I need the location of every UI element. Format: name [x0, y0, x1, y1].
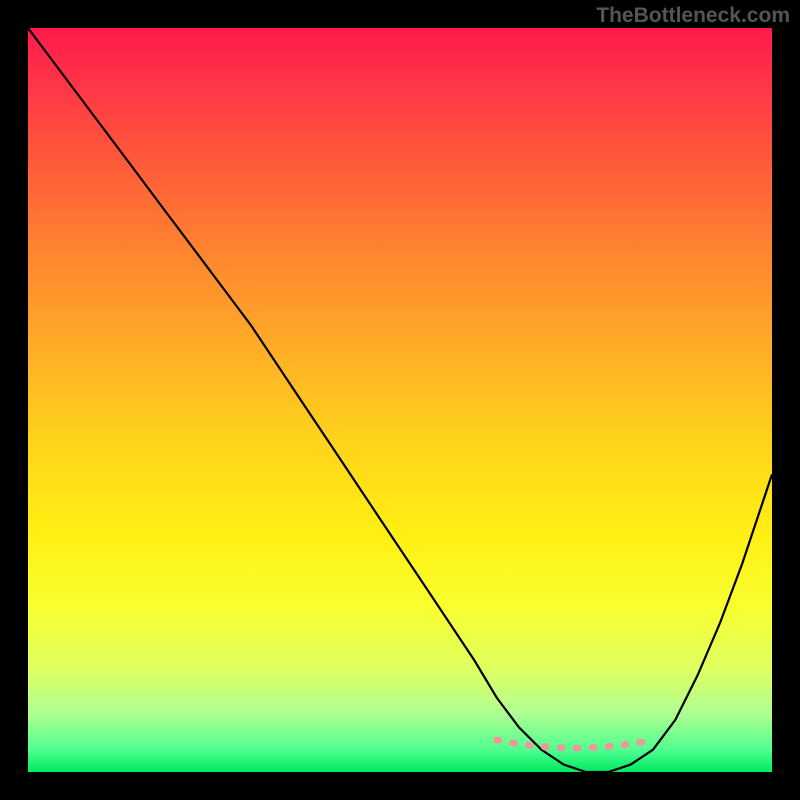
chart-curve-line	[28, 28, 772, 772]
chart-svg	[28, 28, 772, 772]
chart-plot-area	[28, 28, 772, 772]
watermark-text: TheBottleneck.com	[596, 4, 790, 28]
flat-region-marker	[497, 740, 653, 748]
